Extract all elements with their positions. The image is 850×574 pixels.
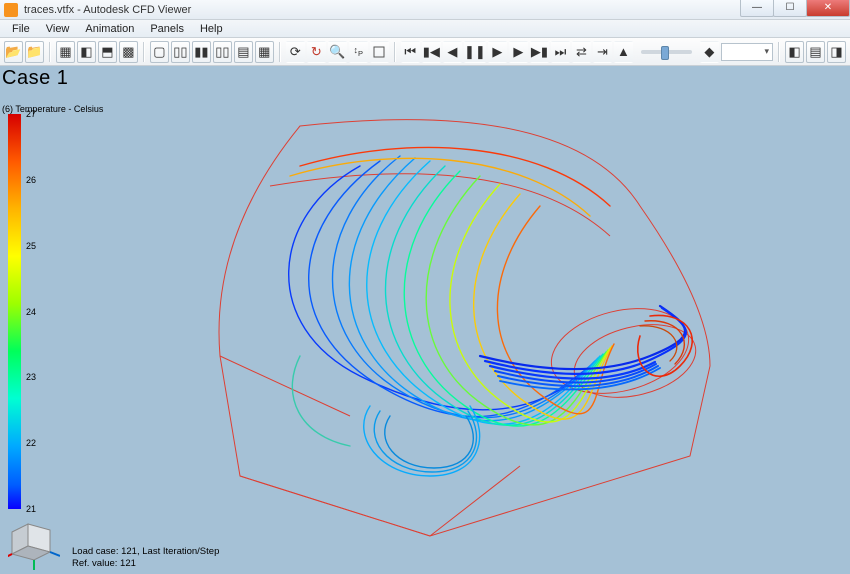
speed-slider[interactable] xyxy=(641,50,692,54)
layout-4-button[interactable]: ▯▯ xyxy=(213,41,232,63)
zoom-extents-button[interactable] xyxy=(370,41,389,63)
folder-button[interactable]: 📁 xyxy=(25,41,44,63)
speed-down-button[interactable]: ▲ xyxy=(614,41,633,63)
loop-button[interactable]: ⇄ xyxy=(572,41,591,63)
layout-3-button[interactable]: ▮▮ xyxy=(192,41,211,63)
window-buttons: — ☐ ✕ xyxy=(741,0,850,17)
prev-frame-button[interactable]: ◀ xyxy=(443,41,462,63)
viewport-3d[interactable]: Case 1 (6) Temperature - Celsius 2726252… xyxy=(0,66,850,574)
viewport-single-button[interactable]: ▦ xyxy=(56,41,75,63)
panel-right-button[interactable]: ◨ xyxy=(827,41,846,63)
legend-tick: 26 xyxy=(26,175,36,185)
separator xyxy=(778,42,780,62)
cycle-button[interactable]: ↻ xyxy=(307,41,326,63)
viewport-quad-button[interactable]: ▩ xyxy=(119,41,138,63)
status-line-2: Ref. value: 121 xyxy=(72,558,219,570)
axes-cube-icon[interactable] xyxy=(8,518,60,570)
maximize-button[interactable]: ☐ xyxy=(773,0,807,17)
next-keyframe-button[interactable]: ▶▮ xyxy=(530,41,549,63)
separator xyxy=(143,42,145,62)
menu-animation[interactable]: Animation xyxy=(77,21,142,37)
separator xyxy=(279,42,281,62)
config-button[interactable]: ↕P xyxy=(349,41,368,63)
layout-2-button[interactable]: ▯▯ xyxy=(171,41,190,63)
speed-up-button[interactable]: ◆ xyxy=(700,41,719,63)
legend-tick: 24 xyxy=(26,307,36,317)
play-button[interactable]: ▶ xyxy=(488,41,507,63)
case-title: Case 1 xyxy=(2,67,68,90)
separator xyxy=(49,42,51,62)
legend-tick: 25 xyxy=(26,241,36,251)
panel-bottom-button[interactable]: ▤ xyxy=(806,41,825,63)
legend-ticks: 27 26 25 24 23 22 21 xyxy=(26,110,46,513)
status-line-1: Load case: 121, Last Iteration/Step xyxy=(72,546,219,558)
prev-keyframe-button[interactable]: ▮◀ xyxy=(422,41,441,63)
window-title: traces.vtfx - Autodesk CFD Viewer xyxy=(22,4,850,16)
panel-left-button[interactable]: ◧ xyxy=(785,41,804,63)
close-button[interactable]: ✕ xyxy=(806,0,850,17)
legend-tick: 23 xyxy=(26,372,36,382)
viewport-v-button[interactable]: ⬒ xyxy=(98,41,117,63)
menu-help[interactable]: Help xyxy=(192,21,231,37)
streamline-render xyxy=(150,106,790,556)
titlebar: traces.vtfx - Autodesk CFD Viewer — ☐ ✕ xyxy=(0,0,850,20)
minimize-button[interactable]: — xyxy=(740,0,774,17)
status-box: Load case: 121, Last Iteration/Step Ref.… xyxy=(72,546,219,570)
once-button[interactable]: ⇥ xyxy=(593,41,612,63)
frame-dropdown[interactable] xyxy=(721,43,773,61)
layout-5-button[interactable]: ▤ xyxy=(234,41,253,63)
legend-tick: 21 xyxy=(26,504,36,514)
legend-title: (6) Temperature - Celsius xyxy=(2,104,103,114)
first-frame-button[interactable]: ⏮ xyxy=(401,41,420,63)
last-frame-button[interactable]: ⏭ xyxy=(551,41,570,63)
toolbar: 📂 📁 ▦ ◧ ⬒ ▩ ▢ ▯▯ ▮▮ ▯▯ ▤ ▦ ⟳ ↻ 🔍 ↕P ⏮ ▮◀… xyxy=(0,38,850,66)
menu-file[interactable]: File xyxy=(4,21,38,37)
open-button[interactable]: 📂 xyxy=(4,41,23,63)
menubar: File View Animation Panels Help xyxy=(0,20,850,38)
layout-1-button[interactable]: ▢ xyxy=(150,41,169,63)
legend-tick: 27 xyxy=(26,109,36,119)
viewport-h-button[interactable]: ◧ xyxy=(77,41,96,63)
menu-panels[interactable]: Panels xyxy=(142,21,192,37)
menu-view[interactable]: View xyxy=(38,21,78,37)
color-legend xyxy=(8,114,21,509)
next-frame-button[interactable]: ▶ xyxy=(509,41,528,63)
app-icon xyxy=(4,3,18,17)
separator xyxy=(394,42,396,62)
zoom-button[interactable]: 🔍 xyxy=(328,41,347,63)
pause-button[interactable]: ❚❚ xyxy=(464,41,486,63)
legend-tick: 22 xyxy=(26,438,36,448)
refresh-button[interactable]: ⟳ xyxy=(286,41,305,63)
layout-6-button[interactable]: ▦ xyxy=(255,41,274,63)
